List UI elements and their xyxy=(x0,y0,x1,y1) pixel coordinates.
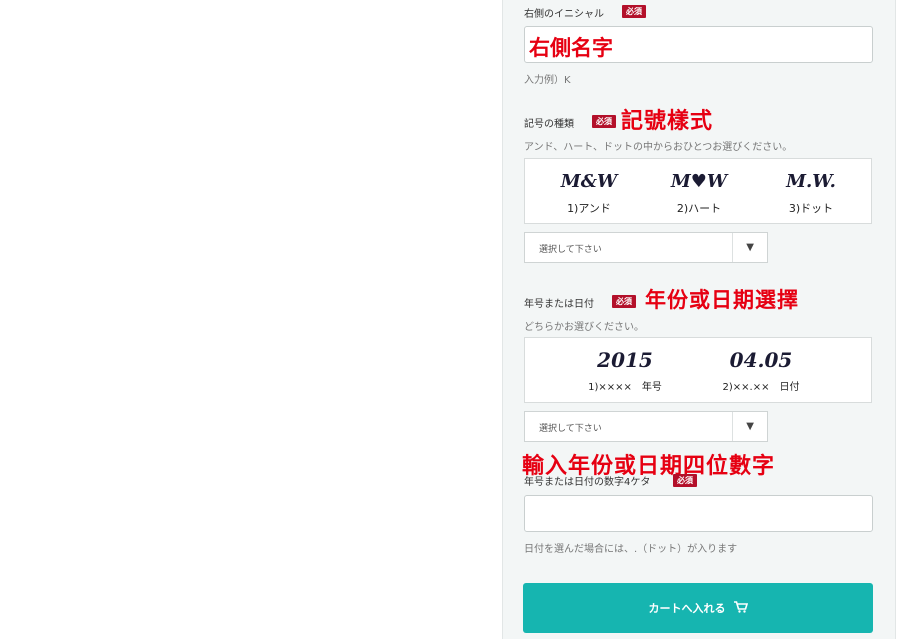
sample-dot-mark: M.W. xyxy=(786,171,836,192)
sample-date: 04.05 xyxy=(729,348,793,372)
year-or-date-hint: どちらかお選びください。 xyxy=(524,322,644,333)
sample-heart-mark: M♥W xyxy=(670,171,728,192)
right-initial-label: 右側のイニシャル xyxy=(524,9,604,20)
year-or-date-select[interactable]: 選択して下さい ▼ xyxy=(524,411,768,442)
four-digit-label: 年号または日付の数字4ケタ xyxy=(524,477,651,488)
sample-and-mark: M&W xyxy=(560,171,618,192)
sample-dot-caption: 3)ドット xyxy=(788,202,834,215)
required-badge: 必須 xyxy=(673,474,697,487)
symbol-samples-image: M&W 1)アンド M♥W 2)ハート M.W. 3)ドット xyxy=(524,158,872,224)
year-or-date-select-value: 選択して下さい xyxy=(539,424,602,434)
right-initial-input[interactable]: 右側名字 xyxy=(524,26,873,63)
chevron-down-icon: ▼ xyxy=(746,421,754,432)
four-digit-input[interactable] xyxy=(524,495,873,532)
input-example-text: 入力例）K xyxy=(524,75,571,86)
symbol-type-select[interactable]: 選択して下さい ▼ xyxy=(524,232,768,263)
year-date-samples-image: 2015 1)×××× 年号 04.05 2)××.×× 日付 xyxy=(524,337,872,403)
sample-year-caption: 1)×××× 年号 xyxy=(588,382,662,393)
year-date-annotation: 年份或日期選擇 xyxy=(645,288,799,312)
sample-date-caption: 2)××.×× 日付 xyxy=(722,382,800,393)
sample-year: 2015 xyxy=(597,348,653,372)
required-badge: 必須 xyxy=(592,115,616,128)
cart-icon xyxy=(733,600,748,616)
add-to-cart-label: カートへ入れる xyxy=(648,602,726,615)
required-badge: 必須 xyxy=(612,295,636,308)
symbol-style-annotation: 記號樣式 xyxy=(621,109,714,134)
sample-and-caption: 1)アンド xyxy=(567,202,611,215)
dot-note-text: 日付を選んだ場合には、.（ドット）が入ります xyxy=(524,544,738,555)
right-initial-input-value: 右側名字 xyxy=(529,36,613,60)
symbol-type-label: 記号の種類 xyxy=(524,119,574,130)
symbol-type-select-value: 選択して下さい xyxy=(539,245,602,255)
required-badge: 必須 xyxy=(622,5,646,18)
symbol-type-hint: アンド、ハート、ドットの中からおひとつお選びください。 xyxy=(524,142,793,153)
sample-heart-caption: 2)ハート xyxy=(676,202,722,215)
year-or-date-label: 年号または日付 xyxy=(524,299,594,310)
add-to-cart-button[interactable]: カートへ入れる xyxy=(523,583,873,633)
chevron-down-icon: ▼ xyxy=(746,242,754,253)
